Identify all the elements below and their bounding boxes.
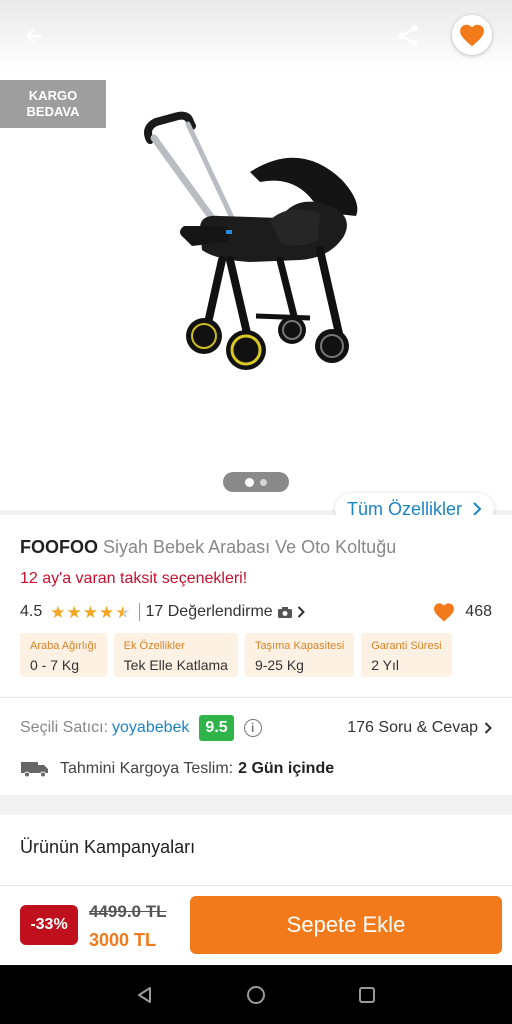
campaigns-title: Ürünün Kampanyaları — [20, 837, 196, 857]
old-price: 4499.0 TL — [89, 902, 167, 921]
section-divider — [0, 697, 512, 698]
square-recents-icon[interactable] — [357, 985, 377, 1005]
system-nav-bar — [0, 965, 512, 1024]
like-count[interactable]: 468 — [433, 602, 492, 622]
reviews-link[interactable]: 17 Değerlendirme — [146, 603, 305, 621]
star-half-icon: ★ — [115, 602, 131, 622]
pager-dot-active — [245, 477, 254, 487]
rating-stars: ★ ★ ★ ★ ★ — [50, 604, 130, 621]
star-icon: ★ — [82, 602, 98, 622]
spec-chip-capacity[interactable]: Taşıma Kapasitesi 9-25 Kg — [244, 633, 355, 677]
back-button[interactable] — [14, 16, 54, 56]
share-icon — [398, 25, 418, 47]
like-count-value: 468 — [465, 603, 492, 620]
reviews-text: 17 Değerlendirme — [145, 603, 273, 620]
spec-chip-weight[interactable]: Araba Ağırlığı 0 - 7 Kg — [20, 633, 107, 677]
divider — [138, 603, 140, 621]
spec-value: 2 Yıl — [371, 657, 399, 673]
campaigns-section[interactable]: Ürünün Kampanyaları — [0, 815, 512, 885]
buy-bar: -33% 4499.0 TL 3000 TL Sepete Ekle — [0, 885, 512, 965]
camera-icon — [277, 606, 292, 618]
spec-value: 9-25 Kg — [254, 657, 304, 673]
pager-dot — [260, 478, 267, 486]
shipping-label: Tahmini Kargoya Teslim: — [60, 760, 234, 777]
qa-text: 176 Soru & Cevap — [347, 719, 478, 736]
seller-name-link[interactable]: yoyabebek — [112, 719, 189, 737]
triangle-back-icon[interactable] — [135, 985, 155, 1005]
questions-answers-link[interactable]: 176 Soru & Cevap — [347, 719, 492, 737]
spec-value: 0 - 7 Kg — [30, 657, 80, 673]
installment-text[interactable]: 12 ay'a varan taksit seçenekleri! — [20, 570, 247, 588]
spec-key: Garanti Süresi — [371, 640, 442, 652]
rating-value: 4.5 — [20, 603, 43, 620]
heart-icon — [434, 603, 455, 622]
current-price: 3000 TL — [89, 930, 157, 950]
rating-row: 4.5 ★ ★ ★ ★ ★ 17 Değerlendirme 468 — [20, 601, 492, 623]
favorite-button[interactable] — [452, 15, 492, 55]
badge-line-2: BEDAVA — [26, 104, 80, 119]
free-shipping-badge: KARGO BEDAVA — [0, 80, 106, 128]
shipping-days: 2 Gün içinde — [238, 760, 335, 777]
product-title: FOOFOO Siyah Bebek Arabası Ve Oto Koltuğ… — [20, 537, 396, 558]
image-pager[interactable] — [223, 472, 289, 492]
heart-icon — [460, 24, 484, 47]
star-icon: ★ — [99, 602, 115, 622]
topbar-shade — [0, 0, 512, 70]
chevron-right-icon — [297, 606, 305, 618]
seller-row: Seçili Satıcı: yoyabebek 9.5 i 176 Soru … — [20, 714, 492, 742]
share-button[interactable] — [388, 16, 428, 56]
spec-key: Araba Ağırlığı — [30, 640, 97, 652]
chevron-right-icon — [473, 502, 482, 516]
spec-key: Taşıma Kapasitesi — [254, 640, 345, 652]
product-info-section: FOOFOO Siyah Bebek Arabası Ve Oto Koltuğ… — [0, 515, 512, 795]
seller-score-badge: 9.5 — [199, 715, 234, 741]
discount-badge: -33% — [20, 905, 78, 945]
spec-chip-warranty[interactable]: Garanti Süresi 2 Yıl — [361, 633, 452, 677]
seller-label: Seçili Satıcı: — [20, 719, 109, 736]
product-brand[interactable]: FOOFOO — [20, 537, 98, 557]
product-gallery[interactable]: KARGO BEDAVA — [0, 0, 512, 510]
add-to-cart-button[interactable]: Sepete Ekle — [190, 896, 502, 954]
shipping-estimate: Tahmini Kargoya Teslim: 2 Gün içinde — [20, 757, 334, 781]
product-detail-screen: KARGO BEDAVA Tüm Özellikler FOOFOO Siyah… — [0, 0, 512, 1024]
spec-key: Ek Özellikler — [123, 640, 185, 652]
badge-line-1: KARGO — [28, 88, 78, 103]
spec-chip-extra-features[interactable]: Ek Özellikler Tek Elle Katlama — [113, 633, 238, 677]
stroller-car-seat-image — [144, 111, 358, 370]
info-icon[interactable]: i — [243, 719, 262, 737]
circle-home-icon[interactable] — [245, 984, 267, 1006]
arrow-left-icon — [26, 28, 42, 44]
star-icon: ★ — [50, 602, 66, 622]
star-icon: ★ — [66, 602, 82, 622]
chevron-right-icon — [484, 722, 492, 734]
truck-icon — [21, 762, 48, 778]
spec-chips: Araba Ağırlığı 0 - 7 Kg Ek Özellikler Te… — [20, 633, 452, 677]
spec-value: Tek Elle Katlama — [123, 657, 228, 673]
product-name: Siyah Bebek Arabası Ve Oto Koltuğu — [103, 537, 397, 557]
